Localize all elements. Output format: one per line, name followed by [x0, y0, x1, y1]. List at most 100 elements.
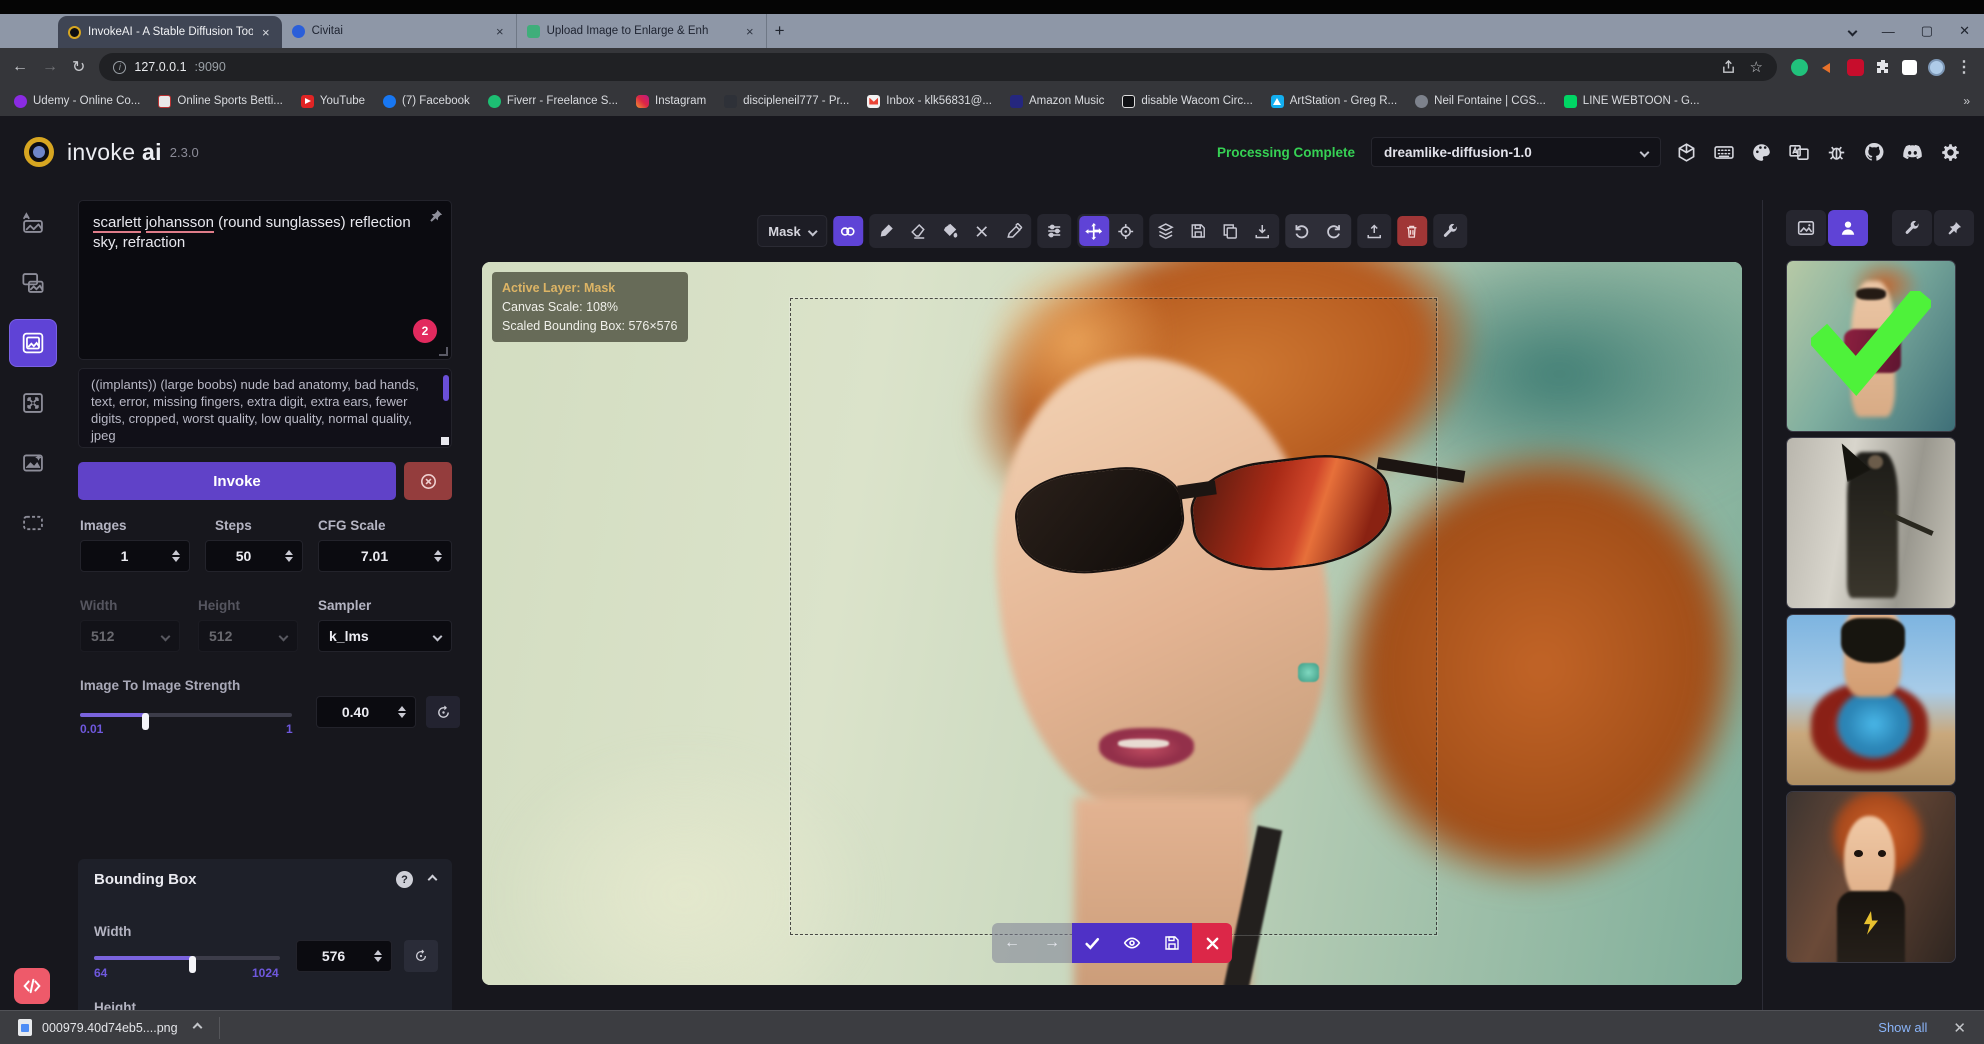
merge-visible-button[interactable]	[1151, 216, 1181, 246]
prompt-input[interactable]: scarlett johansson (round sunglasses) re…	[78, 200, 452, 360]
negative-prompt-scrollbar[interactable]	[443, 375, 449, 401]
sampler-select[interactable]: k_lms	[318, 620, 452, 652]
canvas-viewport[interactable]: Active Layer: Mask Canvas Scale: 108% Sc…	[482, 262, 1742, 985]
gallery-images-toggle[interactable]	[1786, 210, 1826, 246]
site-info-icon[interactable]: i	[113, 61, 126, 74]
images-input[interactable]: 1	[80, 540, 190, 572]
new-tab-button[interactable]: +	[767, 14, 793, 48]
next-image-button[interactable]: →	[1032, 923, 1072, 963]
address-field[interactable]: i 127.0.0.1 :9090 ☆	[99, 53, 1777, 81]
gallery-thumbnail[interactable]	[1786, 437, 1956, 609]
erase-bounding-box-button[interactable]	[967, 216, 997, 246]
tab-nodes[interactable]	[10, 380, 56, 426]
eraser-tool-button[interactable]	[903, 216, 933, 246]
mask-options-button[interactable]	[833, 216, 863, 246]
model-select[interactable]: dreamlike-diffusion-1.0	[1371, 137, 1661, 167]
toggle-console-button[interactable]	[14, 968, 50, 1004]
show-hide-image-button[interactable]	[1112, 923, 1152, 963]
hotkeys-keyboard-icon[interactable]	[1714, 143, 1734, 162]
bookmark-item[interactable]: Inbox - klk56831@...	[867, 95, 992, 108]
gallery-pin-button[interactable]	[1934, 210, 1974, 246]
stepper-icons[interactable]	[281, 550, 297, 562]
tab-close-icon[interactable]: ×	[260, 25, 272, 40]
strength-reset-button[interactable]	[426, 696, 460, 728]
close-window-button[interactable]: ✕	[1959, 23, 1970, 39]
move-tool-button[interactable]	[1079, 216, 1109, 246]
bounding-box-region[interactable]	[790, 298, 1437, 935]
back-icon[interactable]: ←	[12, 58, 28, 76]
volume-extension-icon[interactable]	[1819, 59, 1836, 76]
bookmark-item[interactable]: Neil Fontaine | CGS...	[1415, 95, 1546, 108]
cfg-input[interactable]: 7.01	[318, 540, 452, 572]
bookmark-star-icon[interactable]: ☆	[1750, 58, 1763, 76]
maximize-button[interactable]: ▢	[1921, 23, 1933, 39]
slider-handle[interactable]	[189, 956, 196, 973]
bookmark-item[interactable]: (7) Facebook	[383, 95, 470, 108]
gallery-settings-button[interactable]	[1892, 210, 1932, 246]
tab-image-to-image[interactable]	[10, 260, 56, 306]
bookmark-item[interactable]: discipleneil777 - Pr...	[724, 95, 849, 108]
tab-invokeai[interactable]: InvokeAI - A Stable Diffusion Too ×	[58, 16, 282, 48]
download-menu-icon[interactable]	[192, 1023, 202, 1033]
stepper-icons[interactable]	[394, 706, 410, 718]
slider-handle[interactable]	[142, 713, 149, 730]
bookmark-item[interactable]: Udemy - Online Co...	[14, 95, 140, 108]
prompt-resize-handle[interactable]	[439, 347, 448, 356]
adblock-extension-icon[interactable]	[1847, 59, 1864, 76]
tab-training[interactable]	[10, 500, 56, 546]
collapse-icon[interactable]	[428, 875, 438, 885]
bookmark-item[interactable]: Amazon Music	[1010, 95, 1104, 108]
discord-icon[interactable]	[1902, 143, 1923, 162]
gallery-results-toggle[interactable]	[1828, 210, 1868, 246]
download-item[interactable]: 000979.40d74eb5....png	[18, 1019, 201, 1036]
minimize-button[interactable]: —	[1882, 24, 1895, 39]
pin-options-icon[interactable]	[429, 209, 443, 223]
save-to-gallery-button[interactable]	[1183, 216, 1213, 246]
clear-canvas-button[interactable]	[1397, 216, 1427, 246]
bookmark-item[interactable]: disable Wacom Circ...	[1122, 95, 1252, 108]
puzzle-extensions-icon[interactable]	[1875, 59, 1891, 75]
copy-to-clipboard-button[interactable]	[1215, 216, 1245, 246]
bookmark-item[interactable]: YouTube	[301, 95, 365, 108]
bookmark-item[interactable]: Instagram	[636, 95, 706, 108]
gallery-thumbnail-selected[interactable]	[1786, 260, 1956, 432]
download-image-button[interactable]	[1247, 216, 1277, 246]
gallery-thumbnail[interactable]	[1786, 614, 1956, 786]
report-bug-icon[interactable]	[1827, 143, 1846, 162]
brush-options-button[interactable]	[1039, 216, 1069, 246]
previous-image-button[interactable]: ←	[992, 923, 1032, 963]
model-manager-icon[interactable]	[1677, 143, 1696, 162]
layer-select[interactable]: Mask	[757, 215, 827, 247]
fill-bounding-box-button[interactable]	[935, 216, 965, 246]
stepper-icons[interactable]	[168, 550, 184, 562]
bbox-width-reset-button[interactable]	[404, 940, 438, 972]
show-all-link[interactable]: Show all	[1878, 1020, 1927, 1035]
canvas-settings-button[interactable]	[1435, 216, 1465, 246]
width-select[interactable]: 512	[80, 620, 180, 652]
profile-avatar[interactable]	[1928, 59, 1945, 76]
tab-close-icon[interactable]: ×	[494, 24, 506, 39]
negative-resize-handle[interactable]	[441, 437, 449, 445]
upload-image-button[interactable]	[1359, 216, 1389, 246]
tab-civitai[interactable]: Civitai ×	[282, 14, 517, 48]
close-downloads-icon[interactable]: ✕	[1953, 1019, 1966, 1037]
bookmark-item[interactable]: Fiverr - Freelance S...	[488, 95, 618, 108]
bbox-width-input[interactable]: 576	[296, 940, 392, 972]
accept-image-button[interactable]	[1072, 923, 1112, 963]
theme-palette-icon[interactable]	[1752, 143, 1771, 162]
help-icon[interactable]: ?	[396, 871, 413, 888]
undo-button[interactable]	[1287, 216, 1317, 246]
tab-post-processing[interactable]	[10, 440, 56, 486]
gallery-divider[interactable]	[1762, 200, 1763, 1044]
tab-upload-image[interactable]: Upload Image to Enlarge & Enh ×	[517, 14, 767, 48]
bookmark-item[interactable]: LINE WEBTOON - G...	[1564, 95, 1700, 108]
stepper-icons[interactable]	[430, 550, 446, 562]
tab-close-icon[interactable]: ×	[744, 24, 756, 39]
language-icon[interactable]	[1789, 143, 1809, 162]
discard-image-button[interactable]	[1192, 923, 1232, 963]
bookmark-item[interactable]: ArtStation - Greg R...	[1271, 95, 1397, 108]
tab-unified-canvas[interactable]	[10, 320, 56, 366]
bookmarks-overflow-icon[interactable]: »	[1963, 94, 1970, 108]
reload-icon[interactable]: ↻	[72, 57, 85, 77]
reset-view-button[interactable]	[1111, 216, 1141, 246]
